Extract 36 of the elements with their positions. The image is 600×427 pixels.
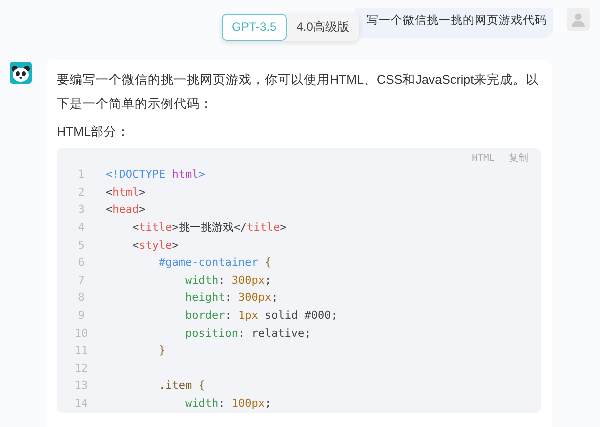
model-tab[interactable]: 4.0高级版 bbox=[286, 14, 360, 41]
line-number: 10 bbox=[74, 326, 90, 342]
user-avatar-icon bbox=[567, 8, 590, 31]
reply-text: 要编写一个微信的挑一挑网页游戏，你可以使用HTML、CSS和JavaScript来完成。以下是一个简单的示例代码： bbox=[57, 72, 540, 113]
code-line: <head> bbox=[106, 202, 146, 218]
code-line: width: 100px; bbox=[184, 396, 272, 412]
code-line: height: 300px; bbox=[184, 290, 278, 306]
code-line: border: 1px solid #000; bbox=[184, 308, 338, 324]
line-number: 5 bbox=[77, 238, 86, 254]
line-number: 8 bbox=[77, 290, 86, 306]
copy-button[interactable]: 复制 bbox=[509, 152, 529, 166]
model-tab[interactable]: GPT-3.5 bbox=[222, 14, 287, 41]
line-number: 14 bbox=[74, 396, 90, 412]
line-number: 3 bbox=[77, 202, 86, 218]
code-line: width: 300px; bbox=[184, 272, 272, 289]
code-line: <title>挑一挑游戏</title> bbox=[131, 220, 287, 236]
code-line: <style> bbox=[131, 238, 179, 254]
line-number: 4 bbox=[77, 220, 86, 236]
line-number: 11 bbox=[74, 343, 90, 360]
code-language-label: HTML bbox=[472, 152, 495, 166]
code-line: #game-container { bbox=[158, 255, 272, 272]
code-line: .item { bbox=[158, 378, 206, 394]
code-line: position: relative; bbox=[184, 326, 312, 342]
line-number: 6 bbox=[77, 255, 86, 272]
user-message: 写一个微信挑一挑的网页游戏代码 bbox=[355, 8, 553, 38]
panda-avatar-icon bbox=[10, 62, 32, 84]
line-number: 13 bbox=[74, 378, 90, 394]
reply-text: HTML部分： bbox=[57, 124, 132, 141]
code-line: } bbox=[158, 343, 166, 360]
code-line: <html> bbox=[106, 184, 146, 201]
line-number: 12 bbox=[74, 360, 90, 377]
line-number: 1 bbox=[77, 167, 86, 184]
line-number: 9 bbox=[77, 308, 86, 324]
line-number: 7 bbox=[77, 272, 86, 289]
code-line: <!DOCTYPE html> bbox=[106, 167, 206, 184]
line-number: 2 bbox=[77, 184, 86, 201]
